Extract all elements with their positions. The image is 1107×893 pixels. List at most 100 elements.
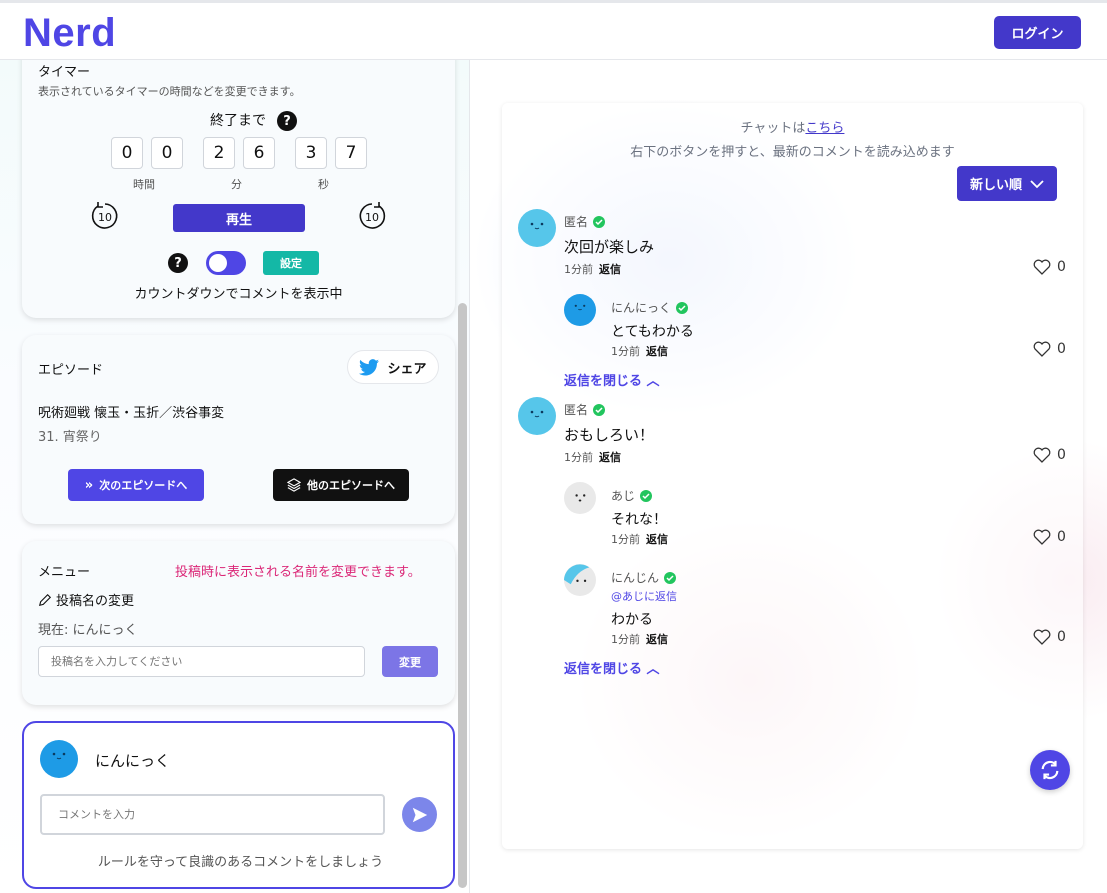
comment-author: にんじん [611, 569, 677, 586]
timer-status: カウントダウンでコメントを表示中 [134, 287, 343, 302]
forward-10-icon[interactable]: 10 [356, 200, 388, 232]
series-title: 呪術廻戦 懐玉・玉折／渋谷事変 [38, 406, 225, 421]
hours-ones-digit: 0 [151, 137, 183, 169]
like-count: 0 [1057, 447, 1066, 463]
comment-rule: ルールを守って良識のあるコメントをしましょう [97, 855, 384, 870]
timer-card: タイマー 表示されているタイマーの時間などを変更できます。 終了まで ? 0 0… [22, 60, 455, 318]
like-count: 0 [1057, 529, 1066, 545]
share-button[interactable]: シェア [347, 350, 439, 384]
like-button[interactable]: 0 [1033, 529, 1066, 545]
next-episode-button[interactable]: » 次のエピソードへ [68, 469, 204, 501]
avatar [40, 740, 78, 778]
chat-panel: チャットはこちら 右下のボタンを押すと、最新のコメントを読み込めます 新しい順 … [502, 103, 1083, 849]
chevron-down-icon [1030, 179, 1044, 188]
hours-unit: 時間 [133, 178, 155, 191]
avatar [518, 209, 556, 247]
like-count: 0 [1057, 259, 1066, 275]
sort-dropdown[interactable]: 新しい順 [957, 166, 1057, 201]
site-logo[interactable]: Nerd [23, 11, 116, 56]
comment-post-card: にんにっく ルールを守って良識のあるコメントをしましょう [22, 721, 455, 889]
current-name: 現在: にんにっく [38, 623, 138, 638]
episode-card: エピソード シェア 呪術廻戦 懐玉・玉折／渋谷事変 31. 宵祭り » 次のエピ… [22, 335, 455, 524]
comment-meta: 1分前 返信 [611, 631, 668, 647]
chevron-up-icon: ︿ [642, 374, 660, 389]
episode-title: エピソード [38, 363, 104, 378]
help-icon[interactable]: ? [277, 111, 297, 131]
reply-button[interactable]: 返信 [646, 531, 668, 547]
like-button[interactable]: 0 [1033, 447, 1066, 463]
login-button[interactable]: ログイン [994, 16, 1081, 49]
like-button[interactable]: 0 [1033, 629, 1066, 645]
refresh-icon [1041, 760, 1059, 780]
verified-icon [593, 215, 606, 228]
reply-mention[interactable]: @あじに返信 [611, 588, 677, 604]
timer-title: タイマー [38, 65, 91, 80]
toggle-knob [209, 254, 227, 272]
comment-text: わかる [611, 612, 653, 628]
reply-button[interactable]: 返信 [646, 631, 668, 647]
menu-hint: 投稿時に表示される名前を変更できます。 [175, 565, 421, 580]
avatar [564, 482, 596, 514]
comment-author: 匿名 [564, 213, 606, 230]
comment-meta: 1分前 返信 [564, 449, 621, 465]
play-button[interactable]: 再生 [173, 204, 305, 232]
until-label: 終了まで [210, 113, 266, 129]
comment-text: 次回が楽しみ [564, 238, 655, 256]
chat-link[interactable]: こちら [805, 121, 844, 136]
comment-time: 1分前 [611, 345, 640, 358]
reply-button[interactable]: 返信 [599, 261, 621, 277]
author-name: にんじん [611, 571, 660, 585]
help-icon[interactable]: ? [168, 253, 188, 273]
reply-button[interactable]: 返信 [599, 449, 621, 465]
rewind-10-icon[interactable]: 10 [89, 200, 121, 232]
heart-icon [1033, 529, 1051, 545]
chat-link-line: チャットはこちら [502, 117, 1083, 136]
avatar [518, 397, 556, 435]
close-replies-button[interactable]: 返信を閉じる ︿ [564, 658, 660, 677]
refresh-button[interactable] [1030, 750, 1070, 790]
comment-time: 1分前 [564, 263, 593, 276]
chevron-up-icon: ︿ [642, 662, 660, 677]
left-panel: タイマー 表示されているタイマーの時間などを変更できます。 終了まで ? 0 0… [0, 60, 470, 893]
display-name-input[interactable] [38, 646, 365, 677]
pencil-icon [38, 593, 52, 606]
send-button[interactable] [402, 797, 437, 832]
comment-input[interactable] [40, 794, 385, 835]
menu-title: メニュー [38, 565, 91, 580]
other-episodes-label: 他のエピソードへ [307, 479, 395, 492]
sort-label: 新しい順 [969, 178, 1022, 193]
twitter-bird-icon [359, 358, 380, 375]
scrollbar[interactable] [458, 303, 467, 888]
countdown-toggle[interactable] [206, 251, 246, 275]
seconds-tens-digit: 3 [295, 137, 327, 169]
comment-time: 1分前 [611, 633, 640, 646]
verified-icon [640, 489, 653, 502]
close-replies-label: 返信を閉じる [564, 662, 643, 677]
episode-name: 31. 宵祭り [38, 430, 102, 445]
double-chevron-right-icon: » [84, 477, 94, 493]
timer-description: 表示されているタイマーの時間などを変更できます。 [38, 85, 301, 98]
comment-time: 1分前 [611, 533, 640, 546]
seconds-ones-digit: 7 [335, 137, 367, 169]
settings-button[interactable]: 設定 [263, 251, 319, 275]
close-replies-button[interactable]: 返信を閉じる ︿ [564, 370, 660, 389]
change-name-button[interactable]: 変更 [382, 646, 438, 677]
send-icon [412, 807, 427, 822]
rename-label: 投稿名の変更 [56, 594, 135, 609]
like-button[interactable]: 0 [1033, 341, 1066, 357]
close-replies-label: 返信を閉じる [564, 374, 643, 389]
reply-button[interactable]: 返信 [646, 343, 668, 359]
comment-text: とてもわかる [611, 324, 694, 340]
top-header: Nerd ログイン [0, 0, 1107, 60]
rewind-10-label: 10 [98, 211, 112, 224]
comment-text: おもしろい！ [564, 426, 655, 444]
verified-icon [593, 403, 606, 416]
rename-heading: 投稿名の変更 [38, 590, 134, 609]
heart-icon [1033, 447, 1051, 463]
seconds-unit: 秒 [318, 178, 329, 191]
verified-icon [676, 301, 689, 314]
heart-icon [1033, 629, 1051, 645]
like-button[interactable]: 0 [1033, 259, 1066, 275]
other-episodes-button[interactable]: 他のエピソードへ [273, 469, 409, 501]
like-count: 0 [1057, 629, 1066, 645]
